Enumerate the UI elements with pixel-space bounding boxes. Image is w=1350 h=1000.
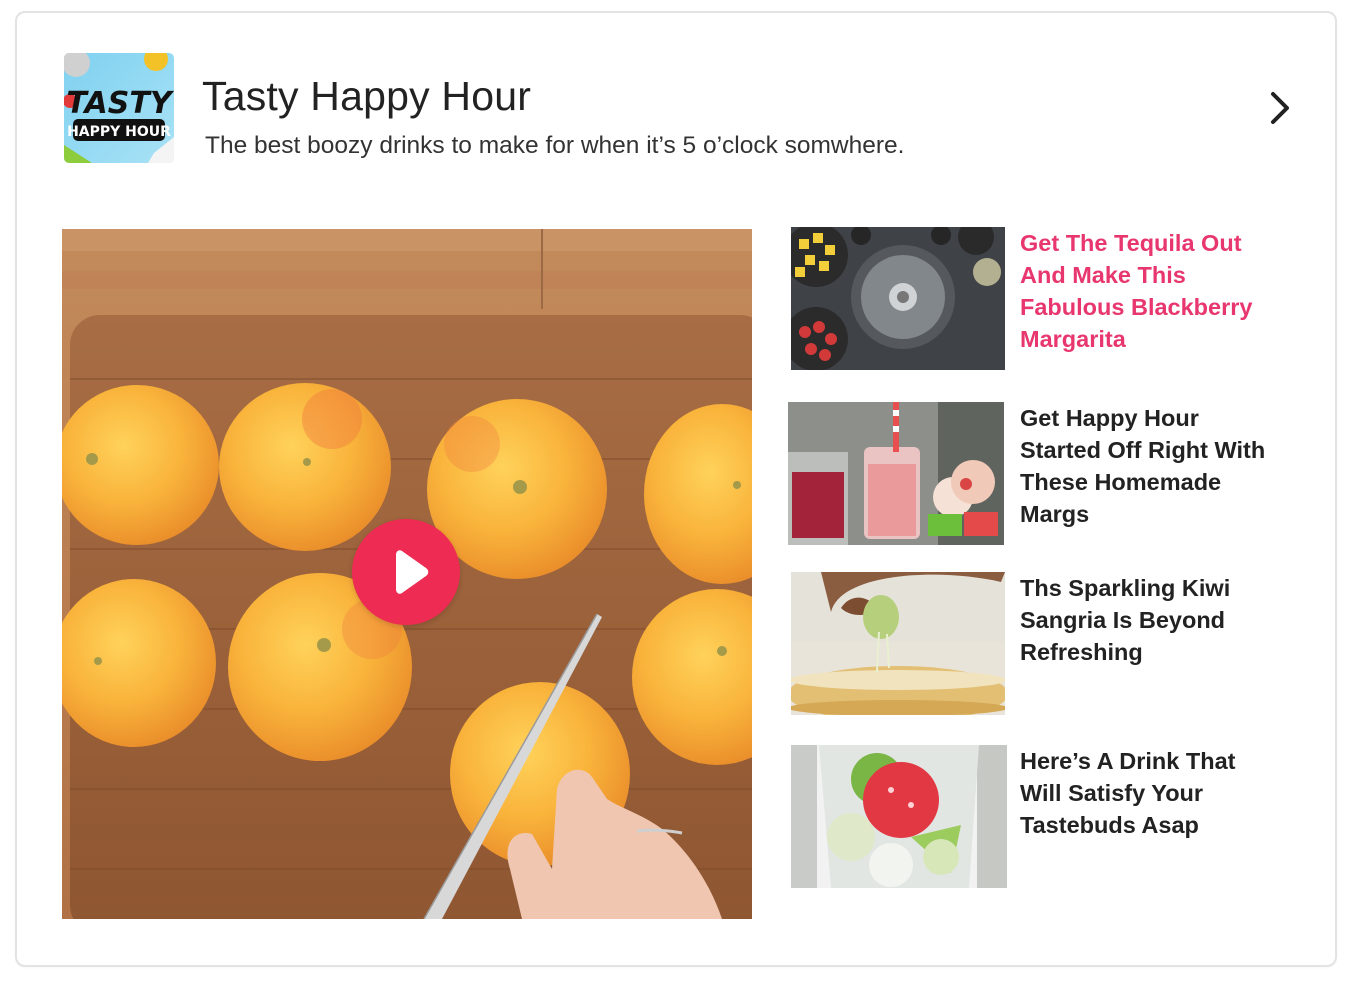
related-title[interactable]: Ths Sparkling Kiwi Sangria Is Beyond Ref… <box>1020 572 1282 668</box>
related-title[interactable]: Here’s A Drink That Will Satisfy Your Ta… <box>1020 745 1282 841</box>
play-button[interactable] <box>352 519 460 625</box>
main-video-player[interactable] <box>62 229 752 919</box>
related-title[interactable]: Get The Tequila Out And Make This Fabulo… <box>1020 227 1282 355</box>
related-item-blackberry-margarita[interactable]: Get The Tequila Out And Make This Fabulo… <box>791 227 1311 377</box>
show-logo-image: TASTY HAPPY HOUR <box>64 53 174 163</box>
play-icon <box>396 550 429 594</box>
related-thumbnail[interactable] <box>788 402 1004 545</box>
related-thumbnail[interactable] <box>791 227 1005 370</box>
related-item-kiwi-sangria[interactable]: Ths Sparkling Kiwi Sangria Is Beyond Ref… <box>791 572 1311 722</box>
related-thumbnail[interactable] <box>791 572 1005 715</box>
page-subtitle: The best boozy drinks to make for when i… <box>205 132 905 159</box>
chevron-right-icon[interactable] <box>1267 88 1293 128</box>
logo-text-top: TASTY <box>66 86 174 121</box>
show-logo[interactable]: TASTY HAPPY HOUR <box>64 53 174 163</box>
logo-text-bottom: HAPPY HOUR <box>67 124 171 140</box>
playlist-card: TASTY HAPPY HOUR Tasty Happy Hour The be… <box>15 11 1337 967</box>
related-title[interactable]: Get Happy Hour Started Off Right With Th… <box>1020 402 1282 530</box>
related-item-homemade-margs[interactable]: Get Happy Hour Started Off Right With Th… <box>788 402 1311 552</box>
related-item-satisfy-tastebuds[interactable]: Here’s A Drink That Will Satisfy Your Ta… <box>791 745 1311 895</box>
page-title[interactable]: Tasty Happy Hour <box>202 73 531 120</box>
related-thumbnail[interactable] <box>791 745 1007 888</box>
